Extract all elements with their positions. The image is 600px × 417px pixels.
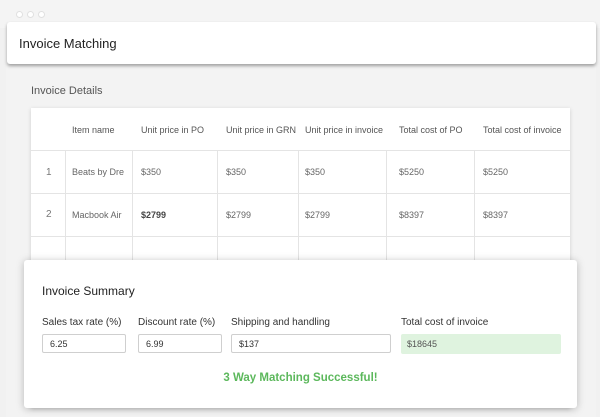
total-cost-po-cell: $5250 [399,167,425,177]
column-header-unit-price-grn: Unit price in GRN [226,125,297,135]
window-minimize-dot[interactable] [27,11,34,18]
shipping-handling-label: Shipping and handling [231,317,330,328]
column-header-unit-price-po: Unit price in PO [141,125,205,135]
unit-price-grn-cell: $2799 [226,210,252,220]
invoice-summary-card: Invoice Summary Sales tax rate (%) 6.25 … [24,260,577,408]
row-number: 1 [46,167,52,178]
app-window: Invoice Matching Invoice Details Item na… [0,0,600,417]
row-number: 2 [46,209,52,220]
column-header-item-name: Item name [72,125,115,135]
column-header-total-cost-invoice: Total cost of invoice [483,125,562,135]
window-close-dot[interactable] [16,11,23,18]
table-divider [31,193,570,194]
page-title: Invoice Matching [19,36,117,51]
total-cost-invoice-cell: $5250 [483,167,509,177]
item-name-cell: Macbook Air [72,210,122,220]
discount-rate-label: Discount rate (%) [138,317,216,328]
total-cost-invoice-value: $18645 [401,334,561,354]
table-divider [31,236,570,237]
column-header-total-cost-po: Total cost of PO [399,125,463,135]
unit-price-invoice-cell: $2799 [305,210,331,220]
window-maximize-dot[interactable] [38,11,45,18]
invoice-summary-title: Invoice Summary [42,284,135,298]
shipping-handling-input[interactable]: $137 [231,334,391,353]
unit-price-grn-cell: $350 [226,167,247,177]
unit-price-invoice-cell: $350 [305,167,326,177]
discount-rate-input[interactable]: 6.99 [138,334,222,353]
app-header: Invoice Matching [7,22,596,64]
matching-status-message: 3 Way Matching Successful! [223,372,378,384]
unit-price-po-cell: $2799 [141,210,167,220]
sales-tax-label: Sales tax rate (%) [42,317,122,328]
item-name-cell: Beats by Dre [72,167,125,177]
sales-tax-input[interactable]: 6.25 [42,334,126,353]
column-header-unit-price-invoice: Unit price in invoice [305,125,384,135]
unit-price-po-cell: $350 [141,167,162,177]
total-cost-po-cell: $8397 [399,210,425,220]
invoice-details-title: Invoice Details [31,85,103,97]
table-divider [31,150,570,151]
total-cost-invoice-cell: $8397 [483,210,509,220]
total-cost-invoice-label: Total cost of invoice [401,317,489,328]
